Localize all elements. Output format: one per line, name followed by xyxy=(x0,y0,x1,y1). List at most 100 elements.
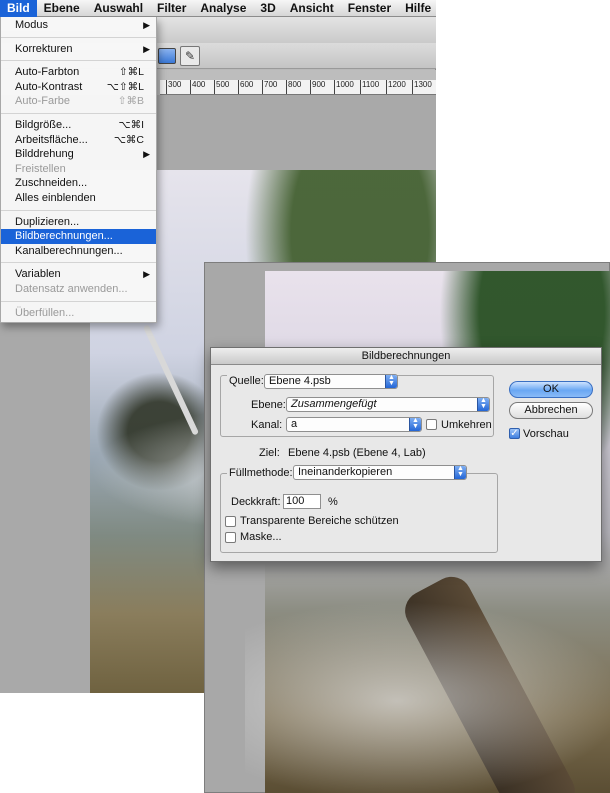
submenu-arrow-icon: ▶ xyxy=(143,20,150,30)
ruler-tick: 800 xyxy=(286,80,301,94)
fuellmethode-select[interactable]: Ineinanderkopieren ▲ ▼ xyxy=(293,465,467,480)
ebene-select[interactable]: Zusammengefügt ▲ ▼ xyxy=(286,397,490,412)
quelle-select[interactable]: Ebene 4.psb ▲ ▼ xyxy=(264,374,398,389)
options-stepper[interactable] xyxy=(158,48,176,64)
vorschau-checkbox[interactable]: ✓ xyxy=(509,428,520,439)
ruler-tick: 1000 xyxy=(334,80,354,94)
menu-item-alles-einblenden[interactable]: Alles einblenden xyxy=(1,191,156,206)
deckkraft-unit: % xyxy=(328,496,338,508)
ebene-label: Ebene: xyxy=(251,399,286,411)
submenu-arrow-icon: ▶ xyxy=(143,269,150,280)
ebene-value: Zusammengefügt xyxy=(291,398,377,410)
bildberechnungen-dialog: Bildberechnungen Quelle: Ebene 4.psb ▲ ▼ E… xyxy=(210,347,602,562)
menu-item-korrekturen[interactable]: Korrekturen ▶ xyxy=(1,42,156,57)
menu-item-modus[interactable]: Modus ▶ xyxy=(1,18,156,33)
menubar: Bild Ebene Auswahl Filter Analyse 3D Ans… xyxy=(0,0,436,17)
submenu-arrow-icon: ▶ xyxy=(143,43,150,54)
menu-item-datensatz-anwenden: Datensatz anwenden... xyxy=(1,282,156,297)
menu-fenster[interactable]: Fenster xyxy=(341,0,398,17)
menu-item-label: Auto-Kontrast xyxy=(15,80,83,93)
umkehren-label: Umkehren xyxy=(441,419,492,431)
menu-item-label: Bildberechnungen... xyxy=(15,230,113,243)
ziel-value: Ebene 4.psb (Ebene 4, Lab) xyxy=(288,447,426,459)
ruler-tick: 700 xyxy=(262,80,277,94)
menu-item-arbeitsflaeche[interactable]: Arbeitsfläche... ⌥⌘C xyxy=(1,133,156,148)
ok-button[interactable]: OK xyxy=(509,381,593,398)
menu-item-label: Freistellen xyxy=(15,162,66,175)
ziel-label: Ziel: xyxy=(259,447,280,459)
shortcut-label: ⇧⌘B xyxy=(117,95,144,108)
menu-item-bilddrehung[interactable]: Bilddrehung ▶ xyxy=(1,147,156,162)
popup-arrows-icon: ▲ ▼ xyxy=(454,466,466,479)
submenu-arrow-icon: ▶ xyxy=(143,149,150,160)
menu-item-duplizieren[interactable]: Duplizieren... xyxy=(1,215,156,230)
brush-tool-icon[interactable]: ✎ xyxy=(180,46,200,66)
menu-item-label: Variablen xyxy=(15,268,61,281)
menu-filter[interactable]: Filter xyxy=(150,0,193,17)
menu-item-label: Arbeitsfläche... xyxy=(15,133,88,146)
menu-item-bildgroesse[interactable]: Bildgröße... ⌥⌘I xyxy=(1,118,156,133)
popup-arrows-icon: ▲ ▼ xyxy=(409,418,421,431)
shortcut-label: ⌥⇧⌘L xyxy=(106,80,144,93)
quelle-value: Ebene 4.psb xyxy=(269,375,331,387)
menu-separator xyxy=(1,209,156,211)
fuellmethode-label: Füllmethode: xyxy=(227,467,295,479)
menu-item-label: Kanalberechnungen... xyxy=(15,244,123,257)
abbrechen-button[interactable]: Abbrechen xyxy=(509,402,593,419)
ruler-tick: 1300 xyxy=(412,80,432,94)
dialog-title: Bildberechnungen xyxy=(211,348,601,365)
ruler-tick: 1200 xyxy=(386,80,406,94)
menu-item-zuschneiden[interactable]: Zuschneiden... xyxy=(1,176,156,191)
menu-item-label: Überfüllen... xyxy=(15,306,75,319)
menu-item-label: Alles einblenden xyxy=(15,191,96,204)
menu-item-label: Bilddrehung xyxy=(15,148,74,161)
transparent-checkbox[interactable] xyxy=(225,516,236,527)
menu-analyse[interactable]: Analyse xyxy=(193,0,253,17)
kanal-select[interactable]: a ▲ ▼ xyxy=(286,417,422,432)
menu-3d[interactable]: 3D xyxy=(253,0,282,17)
popup-arrows-icon: ▲ ▼ xyxy=(477,398,489,411)
menu-item-label: Korrekturen xyxy=(15,42,73,55)
menu-bild[interactable]: Bild xyxy=(0,0,37,17)
menu-separator xyxy=(1,36,156,38)
menu-item-variablen[interactable]: Variablen ▶ xyxy=(1,267,156,282)
menu-item-auto-farbe: Auto-Farbe ⇧⌘B xyxy=(1,94,156,109)
ruler-tick: 1100 xyxy=(360,80,379,94)
menu-item-auto-kontrast[interactable]: Auto-Kontrast ⌥⇧⌘L xyxy=(1,80,156,95)
ruler-tick: 300 xyxy=(166,80,181,94)
fuellmethode-value: Ineinanderkopieren xyxy=(298,466,393,478)
maske-checkbox[interactable] xyxy=(225,532,236,543)
menu-item-label: Zuschneiden... xyxy=(15,177,88,190)
ruler-tick: 500 xyxy=(214,80,229,94)
menu-item-label: Bildgröße... xyxy=(15,118,72,131)
menu-ansicht[interactable]: Ansicht xyxy=(283,0,341,17)
shortcut-label: ⇧⌘L xyxy=(118,66,144,79)
shortcut-label: ⌥⌘C xyxy=(113,133,144,146)
bild-menu: Modus ▶ Korrekturen ▶ Auto-Farbton ⇧⌘L Auto… xyxy=(0,17,157,323)
ruler-tick: 400 xyxy=(190,80,205,94)
fog-layer xyxy=(245,601,610,793)
ruler-tick: 600 xyxy=(238,80,253,94)
menu-separator xyxy=(1,300,156,302)
menu-item-kanalberechnungen[interactable]: Kanalberechnungen... xyxy=(1,244,156,259)
menu-item-bildberechnungen[interactable]: Bildberechnungen... xyxy=(1,229,156,244)
menu-auswahl[interactable]: Auswahl xyxy=(87,0,150,17)
ruler-tick: 900 xyxy=(310,80,325,94)
umkehren-checkbox[interactable] xyxy=(426,419,437,430)
popup-arrows-icon: ▲ ▼ xyxy=(385,375,397,388)
menu-item-ueberfuellen: Überfüllen... xyxy=(1,306,156,321)
menu-item-auto-farbton[interactable]: Auto-Farbton ⇧⌘L xyxy=(1,65,156,80)
transparent-label: Transparente Bereiche schützen xyxy=(240,515,399,527)
menu-item-label: Duplizieren... xyxy=(15,215,80,228)
menu-separator xyxy=(1,60,156,62)
kanal-value: a xyxy=(291,418,298,430)
menu-item-label: Modus xyxy=(15,19,49,31)
deckkraft-input[interactable]: 100 xyxy=(283,494,321,509)
menu-hilfe[interactable]: Hilfe xyxy=(398,0,438,17)
menu-ebene[interactable]: Ebene xyxy=(37,0,87,17)
vorschau-label: Vorschau xyxy=(523,428,569,440)
deckkraft-label: Deckkraft: xyxy=(231,496,281,508)
shortcut-label: ⌥⌘I xyxy=(118,118,144,131)
menu-separator xyxy=(1,262,156,264)
menu-item-freistellen: Freistellen xyxy=(1,162,156,177)
